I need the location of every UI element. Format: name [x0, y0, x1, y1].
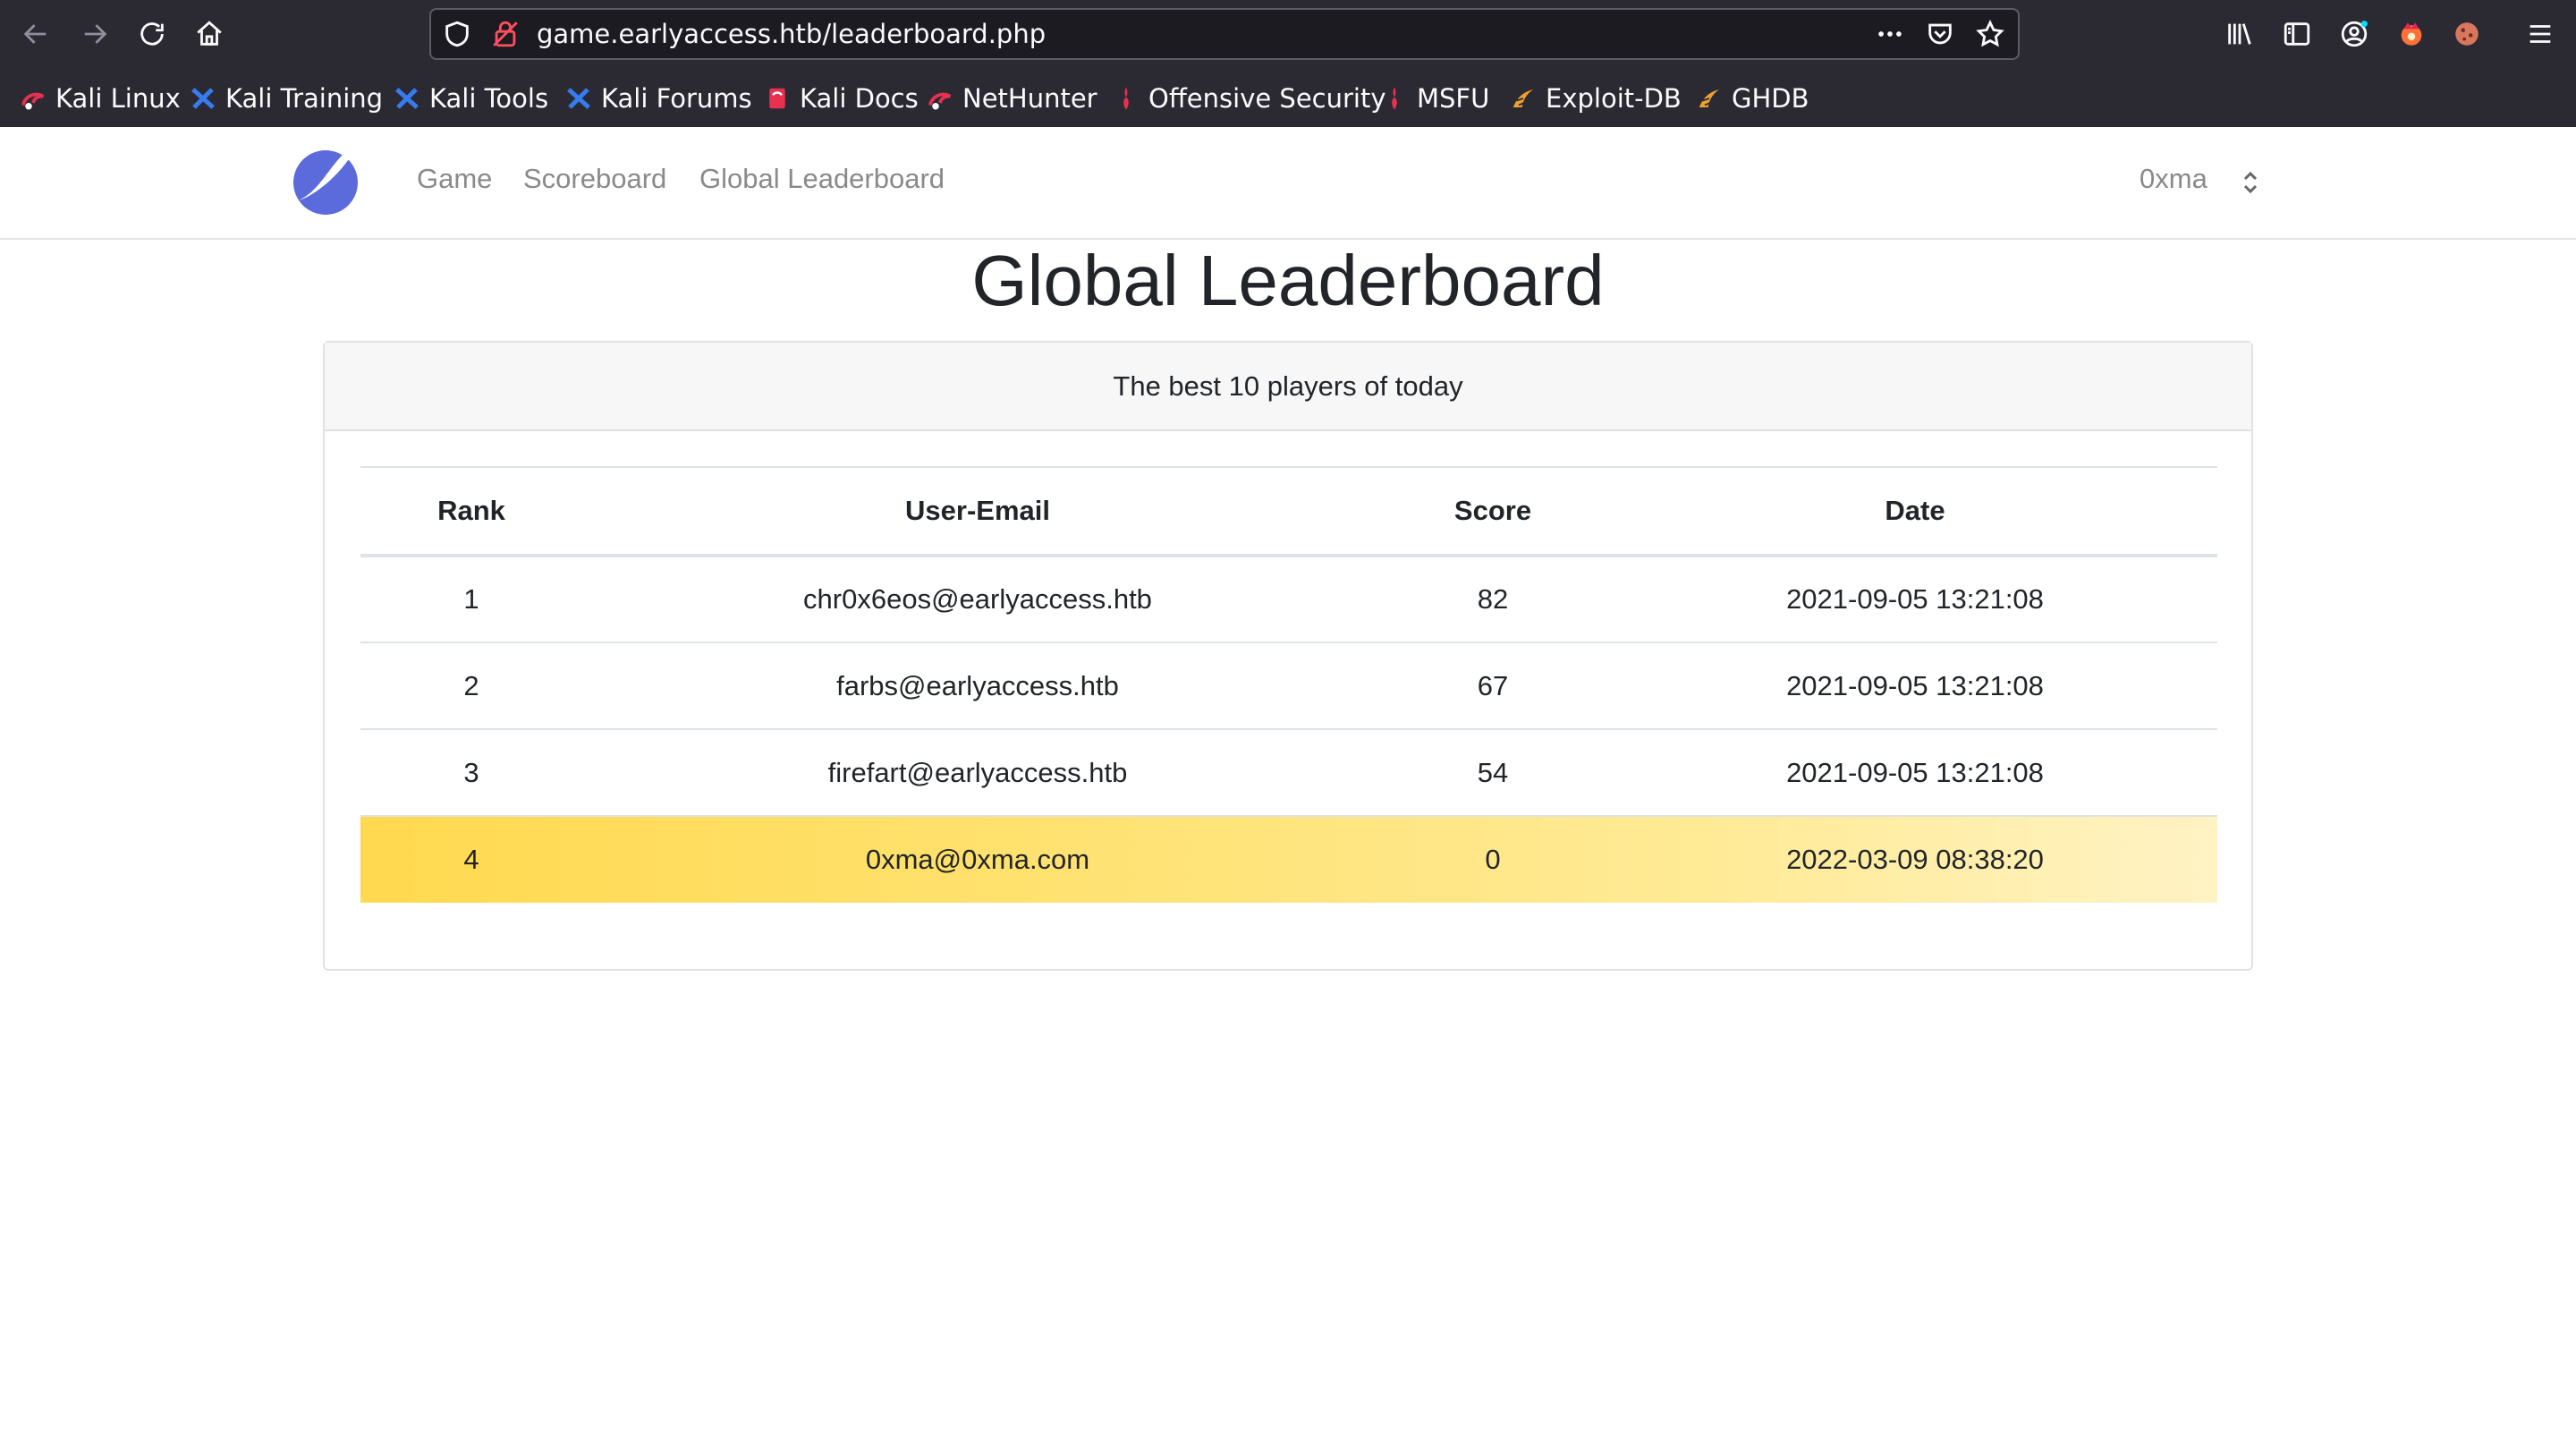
nethunter-icon — [928, 92, 952, 110]
arrow-right-icon — [84, 24, 107, 44]
ghdb-icon — [1699, 89, 1720, 107]
page-title: Global Leaderboard — [971, 241, 1605, 320]
hamburger-menu-icon — [2529, 25, 2551, 43]
bookmark-label: Kali Forums — [601, 83, 752, 114]
bookmark-label: Offensive Security — [1148, 83, 1386, 114]
browser-toolbar: game.earlyaccess.htb/leaderboard.php — [0, 0, 2576, 68]
score-cell: 67 — [1477, 669, 1509, 701]
score-cell: 82 — [1477, 583, 1509, 615]
column-header-email: User-Email — [905, 495, 1050, 526]
insecure-lock-icon[interactable] — [490, 19, 521, 49]
bookmark-offensive-security[interactable]: Offensive Security — [1113, 79, 1386, 118]
reload-button[interactable] — [131, 13, 174, 55]
library-button[interactable] — [2218, 13, 2261, 55]
bookmark-kali-forums[interactable]: Kali Forums — [565, 79, 752, 118]
chevron-up-down-icon[interactable] — [2241, 166, 2260, 199]
date-cell: 2021-09-05 13:21:08 — [1786, 756, 2044, 788]
email-cell: 0xma@0xma.com — [865, 844, 1090, 875]
bookmark-kali-linux[interactable]: Kali Linux — [20, 79, 181, 118]
kali-docs-icon — [769, 88, 785, 109]
table-header-row: Rank User-Email Score Date — [360, 467, 2217, 556]
shield-icon[interactable] — [442, 19, 472, 49]
exploit-db-icon — [1513, 89, 1534, 107]
extension-cookie-button[interactable] — [2445, 13, 2488, 55]
bookmark-label: Kali Tools — [429, 83, 549, 114]
rank-cell: 4 — [463, 844, 479, 875]
card-header: The best 10 players of today — [325, 343, 2251, 431]
table-row: 2 farbs@earlyaccess.htb 67 2021-09-05 13… — [360, 642, 2217, 729]
site-navbar: Game Scoreboard Global Leaderboard 0xma — [0, 127, 2576, 240]
leaderboard-card: The best 10 players of today Rank User-E… — [323, 341, 2253, 971]
date-cell: 2021-09-05 13:21:08 — [1786, 583, 2044, 615]
pocket-icon[interactable] — [1925, 19, 1955, 49]
bookmark-star-icon[interactable] — [1975, 19, 2005, 49]
rank-cell: 2 — [463, 669, 479, 701]
bookmark-label: Kali Docs — [800, 83, 919, 114]
nav-link-scoreboard[interactable]: Scoreboard — [523, 163, 666, 195]
account-button[interactable] — [2333, 13, 2376, 55]
rank-cell: 3 — [463, 756, 479, 788]
bookmark-kali-training[interactable]: Kali Training — [190, 79, 383, 118]
bookmark-label: Kali Linux — [55, 83, 181, 114]
email-cell: chr0x6eos@earlyaccess.htb — [803, 583, 1152, 615]
sidebar-icon — [2284, 22, 2310, 46]
leaderboard-table: Rank User-Email Score Date 1 chr0x6eos@e… — [360, 466, 2217, 903]
forward-button[interactable] — [73, 13, 116, 55]
browser-chrome: game.earlyaccess.htb/leaderboard.php Kal… — [0, 0, 2576, 127]
account-icon — [2341, 21, 2368, 47]
bookmark-kali-tools[interactable]: Kali Tools — [394, 79, 548, 118]
bookmark-label: NetHunter — [962, 83, 1097, 114]
kali-dragon-icon — [21, 92, 45, 110]
home-button[interactable] — [188, 13, 231, 55]
url-bar[interactable]: game.earlyaccess.htb/leaderboard.php — [429, 8, 2020, 60]
menu-button[interactable] — [2519, 13, 2562, 55]
bookmark-label: GHDB — [1732, 83, 1809, 114]
extension-button[interactable] — [2390, 13, 2433, 55]
url-text[interactable]: game.earlyaccess.htb/leaderboard.php — [537, 10, 1046, 58]
library-icon — [2228, 23, 2251, 45]
more-actions-icon[interactable] — [1875, 19, 1905, 49]
cookie-icon — [2455, 22, 2479, 46]
extension-fox-icon — [2401, 22, 2422, 46]
nav-link-global-leaderboard[interactable]: Global Leaderboard — [699, 163, 945, 195]
kali-training-icon — [191, 88, 215, 109]
email-cell: farbs@earlyaccess.htb — [836, 669, 1119, 701]
date-cell: 2021-09-05 13:21:08 — [1786, 669, 2044, 701]
reload-icon — [140, 22, 164, 46]
bookmarks-toolbar: Kali Linux Kali Training Kali Tools Kali… — [0, 70, 2576, 127]
home-icon — [197, 21, 222, 46]
bookmark-nethunter[interactable]: NetHunter — [927, 79, 1097, 118]
arrow-left-icon — [23, 24, 47, 44]
sidebar-button[interactable] — [2275, 13, 2318, 55]
table-row: 1 chr0x6eos@earlyaccess.htb 82 2021-09-0… — [360, 556, 2217, 642]
bookmark-label: MSFU — [1417, 83, 1490, 114]
column-header-rank: Rank — [437, 495, 505, 526]
offsec-icon — [1123, 87, 1129, 110]
email-cell: firefart@earlyaccess.htb — [827, 756, 1128, 788]
bookmark-msfu[interactable]: MSFU — [1381, 79, 1489, 118]
table-row-current-user: 4 0xma@0xma.com 0 2022-03-09 08:38:20 — [360, 816, 2217, 903]
back-button[interactable] — [14, 13, 57, 55]
table-row: 3 firefart@earlyaccess.htb 54 2021-09-05… — [360, 729, 2217, 816]
rank-cell: 1 — [463, 583, 479, 615]
bookmark-exploit-db[interactable]: Exploit-DB — [1510, 79, 1682, 118]
bookmark-label: Kali Training — [225, 83, 384, 114]
user-menu-button[interactable]: 0xma — [2140, 163, 2207, 195]
brand-logo-icon[interactable] — [292, 149, 360, 217]
nav-link-game[interactable]: Game — [417, 163, 492, 195]
score-cell: 54 — [1477, 756, 1509, 788]
column-header-date: Date — [1885, 495, 1945, 526]
score-cell: 0 — [1485, 844, 1501, 875]
kali-tools-icon — [395, 88, 419, 109]
kali-forums-icon — [567, 88, 590, 109]
column-header-score: Score — [1453, 495, 1532, 526]
bookmark-label: Exploit-DB — [1546, 83, 1682, 114]
date-cell: 2022-03-09 08:38:20 — [1786, 844, 2044, 875]
msfu-icon — [1392, 87, 1397, 110]
bookmark-ghdb[interactable]: GHDB — [1696, 79, 1809, 118]
bookmark-kali-docs[interactable]: Kali Docs — [764, 79, 919, 118]
